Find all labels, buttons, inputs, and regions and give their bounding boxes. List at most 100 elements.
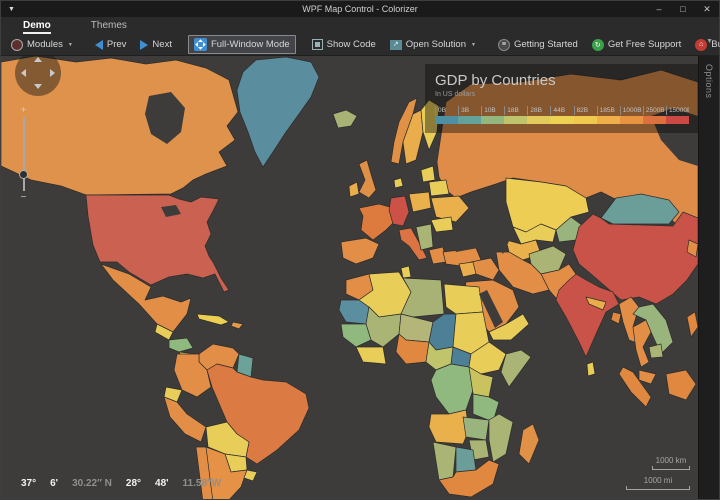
tab-demo[interactable]: Demo (23, 20, 51, 34)
country-chad[interactable] (428, 313, 457, 351)
toolbar: Modules ▼ Prev Next Full-Window Mode Sho… (1, 34, 720, 56)
country-niger[interactable] (398, 313, 434, 343)
next-arrow-icon (140, 39, 149, 50)
getting-started-icon: ≡ (497, 38, 510, 51)
maximize-button[interactable]: □ (671, 1, 695, 17)
modules-button[interactable]: Modules ▼ (5, 36, 79, 54)
country-angola[interactable] (428, 409, 470, 445)
legend-stop-label: 15000B (665, 106, 689, 115)
country-usa[interactable] (85, 194, 230, 293)
country-hispaniola[interactable] (230, 321, 244, 330)
legend-color-segment (550, 116, 574, 124)
country-baltics[interactable] (420, 165, 436, 183)
get-free-support-button[interactable]: ↻ Get Free Support (586, 36, 687, 54)
country-romania[interactable] (430, 216, 454, 233)
country-mozambique[interactable] (488, 413, 514, 463)
water-black-sea (446, 234, 483, 252)
content-area: GDP by Countries In US dollars 0B 3B 10B 18… (1, 56, 719, 499)
country-philippines[interactable] (686, 311, 698, 338)
country-borneo[interactable] (665, 369, 697, 401)
country-iraq[interactable] (470, 257, 500, 281)
country-greece[interactable] (428, 246, 447, 265)
zoom-out-icon[interactable]: − (21, 193, 27, 203)
open-solution-button[interactable]: ↗ Open Solution ▼ (384, 36, 482, 53)
open-solution-icon: ↗ (389, 39, 402, 50)
country-somalia[interactable] (500, 349, 532, 388)
country-senegal-guinea[interactable] (340, 323, 372, 348)
country-germany[interactable] (388, 195, 410, 227)
legend-subtitle: In US dollars (435, 91, 476, 98)
country-cambodia[interactable] (648, 343, 664, 359)
zoom-track[interactable] (18, 117, 28, 191)
getting-started-label: Getting Started (513, 39, 578, 50)
legend-color-segment (481, 116, 505, 124)
country-drc[interactable] (430, 363, 474, 415)
country-nicaragua[interactable] (168, 337, 194, 353)
country-malaysia[interactable] (638, 369, 657, 385)
country-ireland[interactable] (348, 181, 360, 198)
options-panel-tab[interactable]: Options (698, 56, 719, 499)
country-sri-lanka[interactable] (586, 361, 596, 377)
country-namibia[interactable] (432, 441, 457, 481)
buy-now-button[interactable]: ⌂ Buy Now (689, 36, 720, 54)
country-tunisia[interactable] (400, 265, 412, 279)
pan-down-icon[interactable] (34, 84, 42, 89)
country-botswana[interactable] (455, 446, 477, 473)
country-bangladesh[interactable] (610, 311, 622, 325)
legend-stop-label: 185B (596, 106, 620, 115)
country-syria-jordan[interactable] (458, 261, 477, 278)
legend-labels: 0B3B10B18B28B44B82B185B1000B2500B15000B (435, 106, 689, 115)
chevron-down-icon: ▼ (470, 41, 476, 48)
zoom-in-icon[interactable]: + (21, 106, 27, 116)
code-window-icon (311, 39, 323, 50)
close-button[interactable]: ✕ (695, 1, 719, 17)
country-peru[interactable] (163, 396, 207, 443)
legend-color-segment (619, 116, 643, 124)
country-madagascar[interactable] (518, 423, 540, 465)
legend-title: GDP by Countries (435, 72, 556, 89)
map-canvas[interactable]: GDP by Countries In US dollars 0B 3B 10B 18… (1, 56, 698, 499)
chevron-down-icon: ▼ (67, 41, 73, 48)
country-thailand[interactable] (632, 319, 652, 368)
show-code-button[interactable]: Show Code (306, 36, 382, 53)
tab-themes[interactable]: Themes (91, 20, 127, 34)
country-belarus[interactable] (428, 179, 450, 197)
scale-km-bar (652, 466, 690, 470)
expand-arrows-icon (193, 38, 207, 51)
country-greenland[interactable] (236, 56, 320, 168)
legend-color-segment (665, 116, 690, 124)
country-egypt[interactable] (443, 283, 484, 315)
legend-stop-label: 2500B (642, 106, 666, 115)
zoom-thumb[interactable] (18, 170, 28, 180)
scale-kilometers: 1000 km (652, 456, 690, 470)
prev-button[interactable]: Prev (89, 36, 133, 53)
next-button[interactable]: Next (134, 36, 178, 53)
full-window-mode-button[interactable]: Full-Window Mode (187, 35, 296, 54)
country-uk[interactable] (358, 159, 377, 199)
country-denmark[interactable] (393, 177, 404, 189)
legend-color-segment (458, 116, 482, 124)
lat-seconds: 30.22″ N (72, 478, 112, 489)
minimize-button[interactable]: – (647, 1, 671, 17)
title-bar: ▼ WPF Map Control - Colorizer – □ ✕ (1, 1, 719, 17)
country-spain[interactable] (340, 237, 380, 265)
open-solution-label: Open Solution (405, 39, 466, 50)
pan-left-icon[interactable] (21, 69, 26, 77)
toolbar-overflow-icon[interactable]: ▼ (706, 38, 713, 45)
support-icon: ↻ (591, 38, 604, 51)
legend-stop-label: 10B (481, 106, 504, 115)
getting-started-button[interactable]: ≡ Getting Started (492, 36, 584, 54)
legend-panel: GDP by Countries In US dollars 0B 3B 10B 18… (425, 64, 698, 133)
pan-up-icon[interactable] (34, 57, 42, 62)
country-iceland[interactable] (332, 109, 358, 129)
lon-minutes: 48' (155, 478, 169, 489)
legend-color-segment (642, 116, 666, 124)
country-ghana-ivory-coast[interactable] (355, 346, 387, 365)
modules-label: Modules (27, 39, 63, 50)
zoom-slider[interactable]: + − (17, 106, 30, 203)
pan-right-icon[interactable] (50, 69, 55, 77)
country-cuba[interactable] (196, 313, 230, 326)
lat-degrees: 37° (21, 478, 37, 489)
country-poland[interactable] (408, 191, 432, 213)
country-zambia[interactable] (462, 416, 490, 441)
